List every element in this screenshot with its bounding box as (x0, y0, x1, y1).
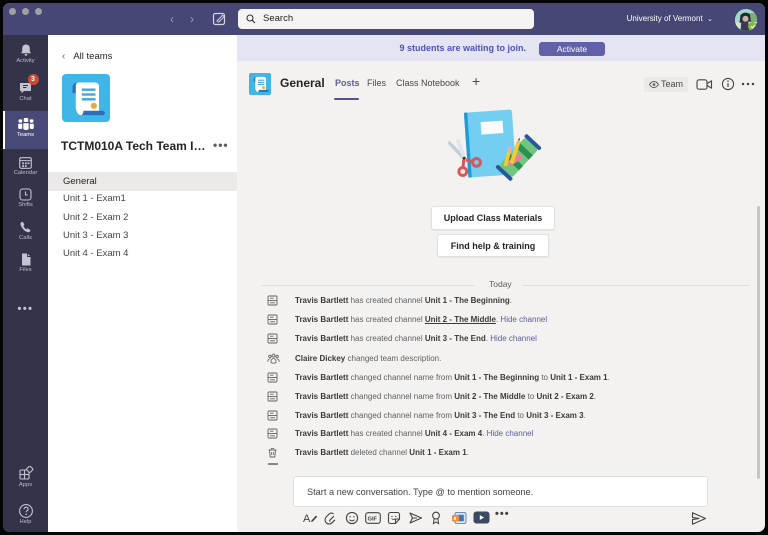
svg-text:A: A (303, 513, 311, 525)
svg-text:GIF: GIF (368, 517, 378, 523)
